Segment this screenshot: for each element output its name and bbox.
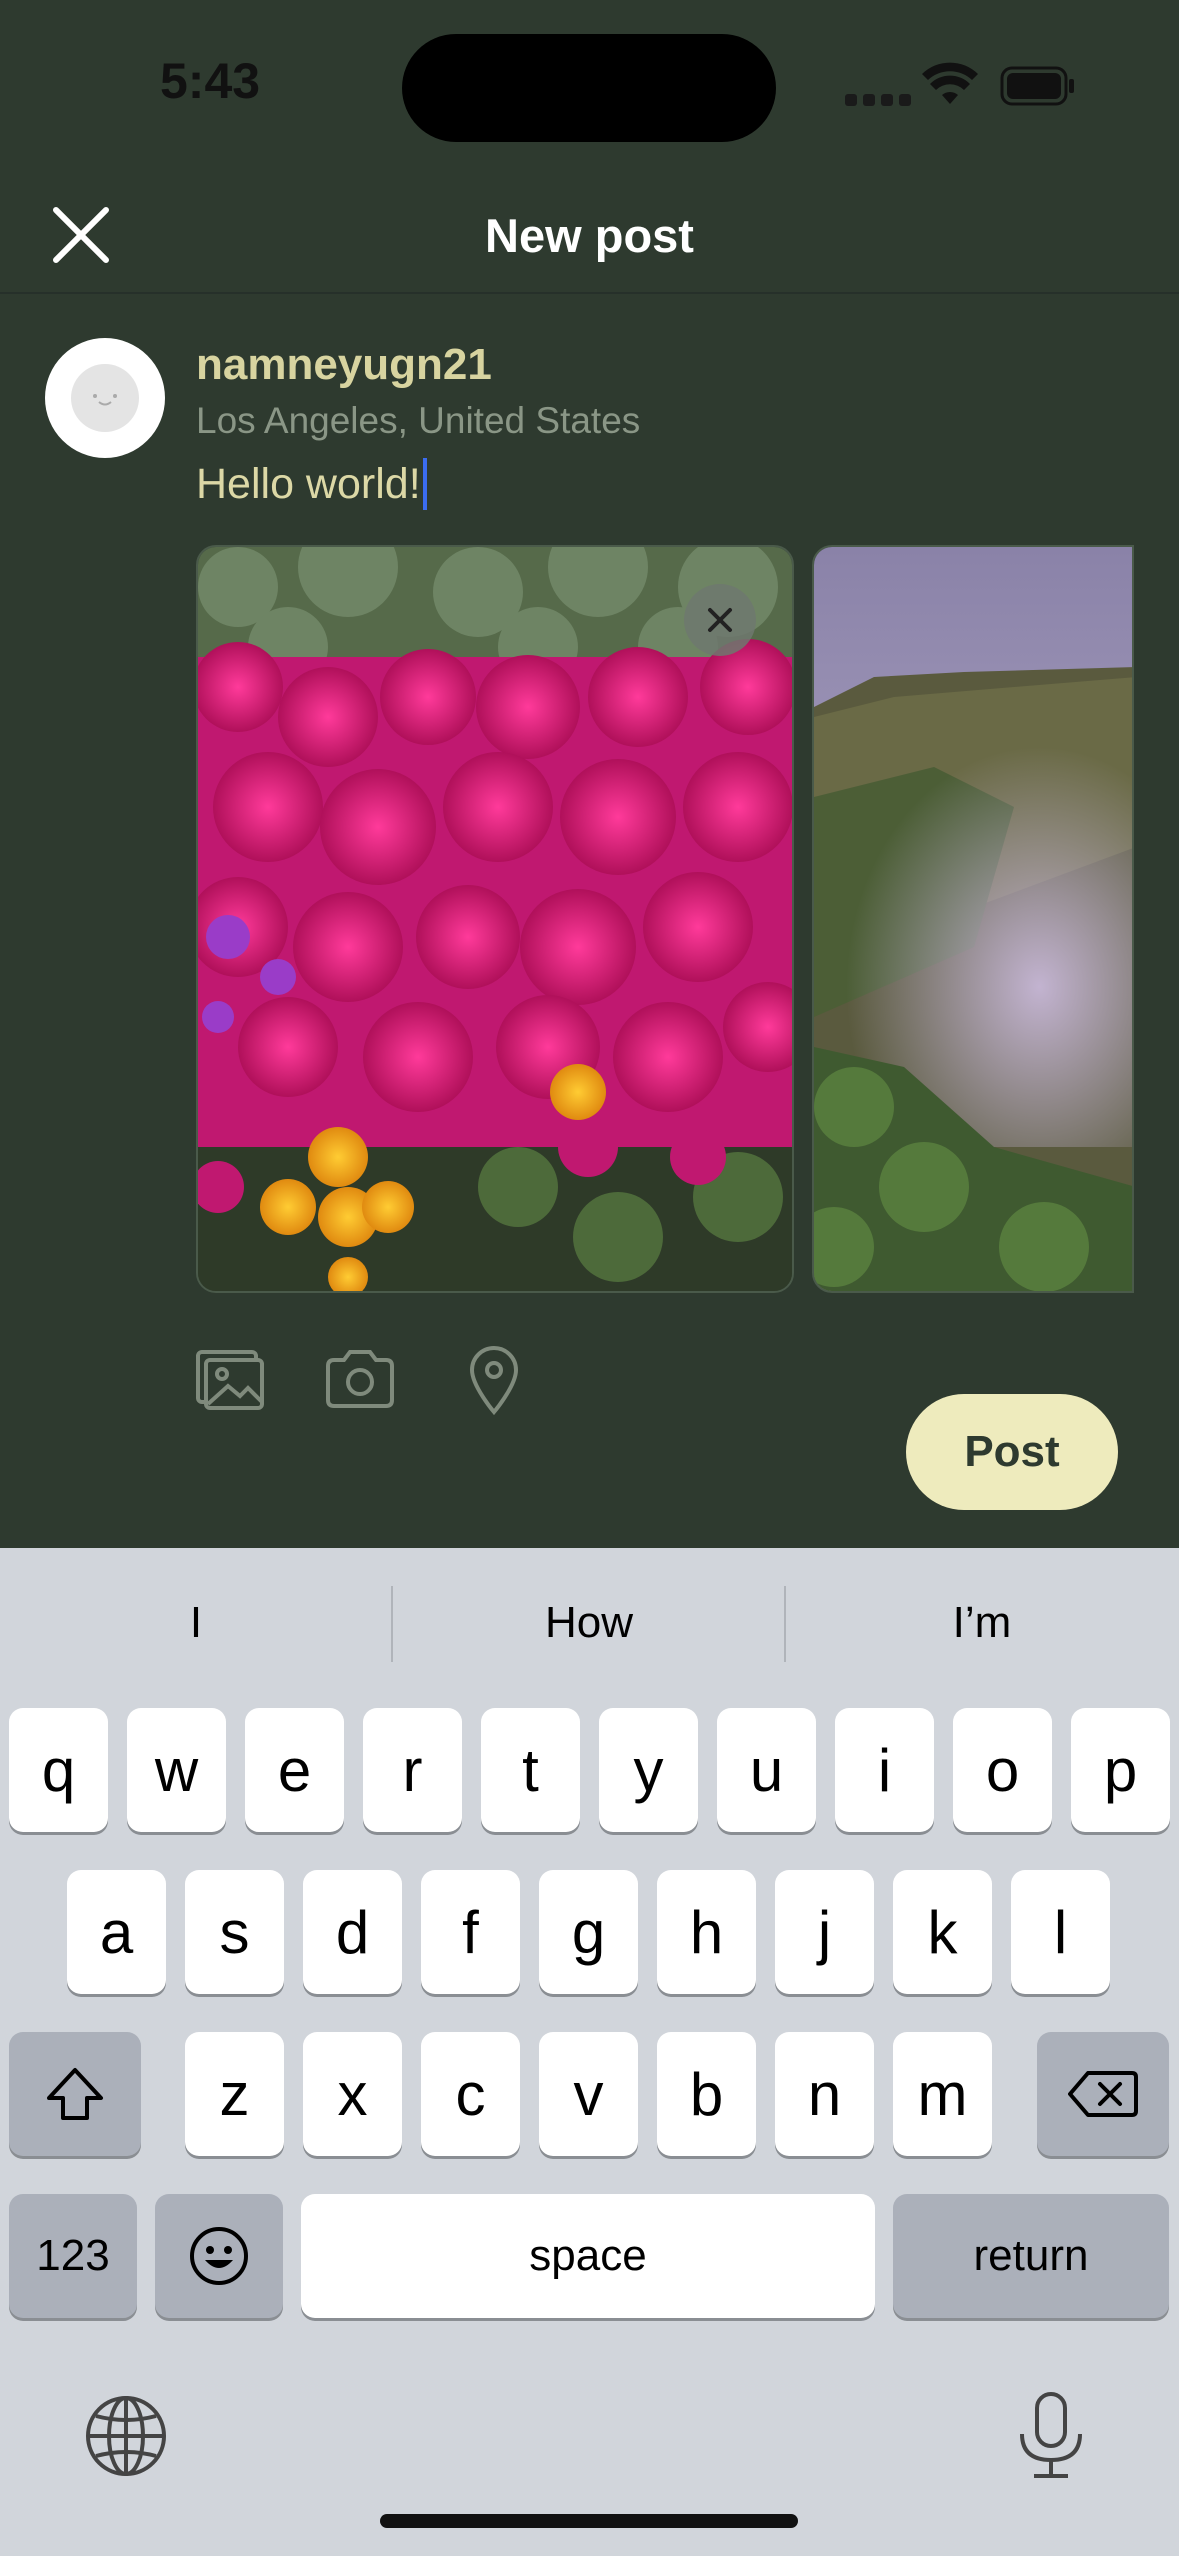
suggestion-2[interactable]: How (393, 1598, 785, 1648)
camera-icon[interactable] (322, 1340, 398, 1416)
key-s[interactable]: s (185, 1870, 284, 1994)
close-icon (708, 608, 732, 632)
key-m[interactable]: m (893, 2032, 992, 2156)
globe-icon[interactable] (84, 2394, 168, 2478)
key-o[interactable]: o (953, 1708, 1052, 1832)
key-x[interactable]: x (303, 2032, 402, 2156)
emoji-icon (190, 2227, 248, 2285)
key-r[interactable]: r (363, 1708, 462, 1832)
username: namneyugn21 (196, 340, 492, 389)
signal-icon (845, 82, 915, 106)
key-g[interactable]: g (539, 1870, 638, 1994)
key-y[interactable]: y (599, 1708, 698, 1832)
attached-photo-flowers[interactable] (196, 545, 794, 1293)
shift-key[interactable] (9, 2032, 141, 2156)
key-d[interactable]: d (303, 1870, 402, 1994)
key-t[interactable]: t (481, 1708, 580, 1832)
remove-photo-button[interactable] (684, 584, 756, 656)
backspace-key[interactable] (1037, 2032, 1169, 2156)
text-caret (422, 458, 427, 510)
dynamic-island (402, 34, 776, 142)
post-text-value: Hello world! (196, 459, 421, 508)
microphone-icon[interactable] (1014, 2390, 1088, 2482)
key-n[interactable]: n (775, 2032, 874, 2156)
header-divider (0, 292, 1179, 294)
backspace-icon (1068, 2071, 1138, 2117)
key-k[interactable]: k (893, 1870, 992, 1994)
suggestion-1[interactable]: I (0, 1598, 392, 1648)
space-key[interactable]: space (301, 2194, 875, 2318)
avatar-face-icon (71, 364, 139, 432)
status-time: 5:43 (160, 53, 261, 109)
key-i[interactable]: i (835, 1708, 934, 1832)
return-key[interactable]: return (893, 2194, 1169, 2318)
key-w[interactable]: w (127, 1708, 226, 1832)
key-p[interactable]: p (1071, 1708, 1170, 1832)
key-q[interactable]: q (9, 1708, 108, 1832)
key-a[interactable]: a (67, 1870, 166, 1994)
shift-icon (47, 2068, 103, 2120)
photo-gallery-icon[interactable] (192, 1340, 268, 1416)
location-pin-icon[interactable] (456, 1340, 532, 1416)
numbers-key[interactable]: 123 (9, 2194, 137, 2318)
post-location: Los Angeles, United States (196, 400, 641, 441)
key-b[interactable]: b (657, 2032, 756, 2156)
wifi-icon (922, 62, 978, 104)
post-text-input[interactable]: Hello world! (196, 458, 427, 510)
key-e[interactable]: e (245, 1708, 344, 1832)
battery-icon (1000, 66, 1074, 106)
key-f[interactable]: f (421, 1870, 520, 1994)
key-z[interactable]: z (185, 2032, 284, 2156)
key-c[interactable]: c (421, 2032, 520, 2156)
attached-photo-cliff[interactable] (812, 545, 1134, 1293)
key-j[interactable]: j (775, 1870, 874, 1994)
key-l[interactable]: l (1011, 1870, 1110, 1994)
keyboard: I How I’m q w e r t y u i o p a s d f g … (0, 1548, 1179, 2556)
page-title: New post (485, 209, 694, 262)
key-u[interactable]: u (717, 1708, 816, 1832)
emoji-key[interactable] (155, 2194, 283, 2318)
suggestion-3[interactable]: I’m (786, 1598, 1178, 1648)
key-v[interactable]: v (539, 2032, 638, 2156)
home-indicator (380, 2514, 798, 2528)
avatar (45, 338, 165, 458)
post-button[interactable]: Post (906, 1394, 1118, 1510)
key-h[interactable]: h (657, 1870, 756, 1994)
